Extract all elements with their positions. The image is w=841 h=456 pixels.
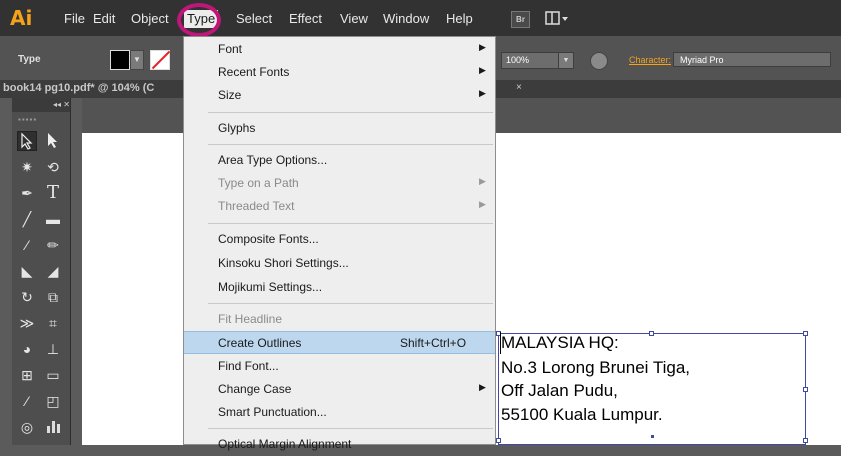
tools-panel-grip[interactable]: ▪▪▪▪▪ xyxy=(18,115,37,124)
address-line[interactable]: MALAYSIA HQ: xyxy=(501,333,619,353)
menu-edit[interactable]: Edit xyxy=(93,11,115,27)
close-tab-icon[interactable]: × xyxy=(516,82,522,93)
menu-item-size[interactable]: Size ▶ xyxy=(184,84,495,107)
selection-handle[interactable] xyxy=(496,438,501,443)
selection-handle[interactable] xyxy=(803,331,808,336)
magic-wand-tool-icon[interactable]: ✷ xyxy=(17,157,37,177)
rotate-tool-icon[interactable]: ↻ xyxy=(17,287,37,307)
free-transform-tool-icon[interactable]: ⌗ xyxy=(43,313,63,333)
menu-select[interactable]: Select xyxy=(236,11,272,27)
stroke-swatch[interactable] xyxy=(150,50,170,70)
menu-separator xyxy=(208,303,493,304)
arrange-documents-icon[interactable] xyxy=(545,10,571,27)
menu-item-smart-punctuation[interactable]: Smart Punctuation... xyxy=(184,401,495,424)
eraser-tool-icon[interactable]: ◢ xyxy=(43,261,63,281)
width-tool-icon[interactable]: ≫ xyxy=(17,313,37,333)
menu-item-recent-fonts[interactable]: Recent Fonts ▶ xyxy=(184,61,495,84)
scale-tool-icon[interactable]: ⧉ xyxy=(43,287,63,307)
illustrator-logo: Ai xyxy=(10,6,33,30)
menu-object[interactable]: Object xyxy=(131,11,169,27)
menu-item-change-case[interactable]: Change Case ▶ xyxy=(184,378,495,401)
submenu-arrow-icon: ▶ xyxy=(479,65,486,75)
opacity-field[interactable]: 100% xyxy=(501,52,559,69)
menu-item-find-font[interactable]: Find Font... xyxy=(184,355,495,378)
menu-item-create-outlines[interactable]: Create Outlines Shift+Ctrl+O xyxy=(184,331,495,354)
menu-separator xyxy=(208,144,493,145)
menu-item-composite-fonts[interactable]: Composite Fonts... xyxy=(184,228,495,251)
address-line[interactable]: 55100 Kuala Lumpur. xyxy=(501,405,663,425)
menu-item-threaded-text: Threaded Text ▶ xyxy=(218,199,486,213)
menu-item-fit-headline: Fit Headline xyxy=(218,312,283,326)
direct-selection-tool-icon[interactable] xyxy=(43,131,63,151)
submenu-arrow-icon: ▶ xyxy=(479,199,486,209)
tools-panel-header[interactable]: ◂◂ ✕ xyxy=(12,98,70,112)
mesh-tool-icon[interactable]: ⊞ xyxy=(17,365,37,385)
submenu-arrow-icon: ▶ xyxy=(479,42,486,52)
selection-handle[interactable] xyxy=(803,387,808,392)
selection-tool-icon[interactable] xyxy=(17,131,37,151)
highlight-circle xyxy=(177,3,221,37)
menu-separator xyxy=(208,112,493,113)
shape-builder-tool-icon[interactable]: ◕ xyxy=(17,339,37,359)
pen-tool-icon[interactable]: ✒ xyxy=(17,183,37,203)
menu-window[interactable]: Window xyxy=(383,11,429,27)
submenu-arrow-icon: ▶ xyxy=(479,88,486,98)
column-graph-tool-icon[interactable] xyxy=(43,417,63,437)
menu-item-glyphs[interactable]: Glyphs xyxy=(184,117,495,140)
lasso-tool-icon[interactable]: ⟲ xyxy=(43,157,63,177)
frame-center-point xyxy=(651,435,654,438)
font-family-field[interactable]: Myriad Pro xyxy=(673,52,831,67)
selection-handle[interactable] xyxy=(649,331,654,336)
document-tab[interactable]: book14 pg10.pdf* @ 104% (C xyxy=(3,82,154,94)
perspective-grid-tool-icon[interactable]: ⊥ xyxy=(43,339,63,359)
type-menu-dropdown: Font ▶ Recent Fonts ▶ Size ▶ Glyphs Area… xyxy=(183,36,496,451)
type-tool-icon[interactable]: T xyxy=(43,183,63,203)
menu-item-area-type-options[interactable]: Area Type Options... xyxy=(184,149,495,172)
submenu-arrow-icon: ▶ xyxy=(479,382,486,392)
bridge-button[interactable]: Br xyxy=(511,11,530,28)
menu-item-kinsoku-shori-settings[interactable]: Kinsoku Shori Settings... xyxy=(184,252,495,275)
submenu-arrow-icon: ▶ xyxy=(479,176,486,186)
menu-item-font[interactable]: Font ▶ xyxy=(184,38,495,61)
menu-effect[interactable]: Effect xyxy=(289,11,322,27)
menu-separator xyxy=(208,223,493,224)
address-line[interactable]: No.3 Lorong Brunei Tiga, xyxy=(501,358,690,378)
gradient-tool-icon[interactable]: ▭ xyxy=(43,365,63,385)
menu-item-type-on-a-path: Type on a Path ▶ xyxy=(218,176,486,190)
rectangle-tool-icon[interactable]: ▬ xyxy=(43,209,63,229)
shortcut-label: Shift+Ctrl+O xyxy=(400,336,467,350)
menu-help[interactable]: Help xyxy=(446,11,473,27)
menu-separator xyxy=(208,428,493,429)
line-segment-tool-icon[interactable]: ╱ xyxy=(17,209,37,229)
eyedropper-tool-icon[interactable]: ⁄ xyxy=(17,391,37,411)
recolor-icon[interactable] xyxy=(590,52,608,70)
menu-view[interactable]: View xyxy=(340,11,368,27)
address-line[interactable]: Off Jalan Pudu, xyxy=(501,381,618,401)
paintbrush-tool-icon[interactable]: ⁄ xyxy=(17,235,37,255)
character-panel-link[interactable]: Character: xyxy=(629,55,671,65)
symbol-sprayer-tool-icon[interactable]: ◎ xyxy=(17,417,37,437)
control-mode-label: Type xyxy=(18,54,41,65)
blob-brush-tool-icon[interactable]: ◣ xyxy=(17,261,37,281)
fill-swatch[interactable] xyxy=(110,50,130,70)
opacity-dropdown-icon[interactable]: ▼ xyxy=(558,52,574,69)
menu-item-mojikumi-settings[interactable]: Mojikumi Settings... xyxy=(184,276,495,299)
blend-tool-icon[interactable]: ◰ xyxy=(43,391,63,411)
menu-file[interactable]: File xyxy=(64,11,85,27)
fill-dropdown-icon[interactable]: ▼ xyxy=(130,50,144,70)
selection-handle[interactable] xyxy=(803,438,808,443)
pencil-tool-icon[interactable]: ✏ xyxy=(43,235,63,255)
